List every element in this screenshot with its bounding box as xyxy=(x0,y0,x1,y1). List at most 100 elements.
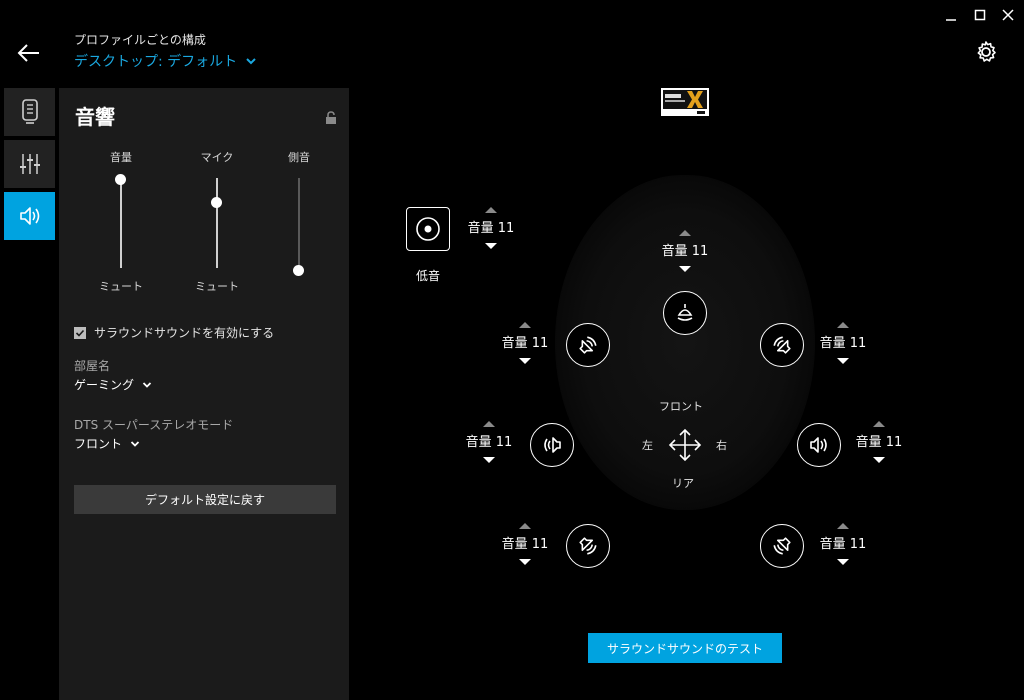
rear-label: リア xyxy=(672,477,694,490)
volume-value: 音量 11 xyxy=(855,435,903,450)
side-left-speaker-icon xyxy=(544,437,561,453)
volume-up-icon[interactable] xyxy=(485,207,497,213)
center-speaker-button[interactable] xyxy=(663,291,707,335)
mic-slider-min-label: ミュート xyxy=(195,280,239,293)
volume-down-icon[interactable] xyxy=(837,358,849,364)
surround-test-button[interactable]: サラウンドサウンドのテスト xyxy=(588,633,782,663)
move-arrows-icon[interactable] xyxy=(668,428,702,462)
surround-checkbox[interactable]: サラウンドサウンドを有効にする xyxy=(74,324,274,341)
front-left-volume: 音量 11 xyxy=(490,322,560,364)
dts-headphone-x-logo xyxy=(661,88,709,116)
dts-mode-value: フロント xyxy=(74,437,123,451)
maximize-button[interactable] xyxy=(972,8,988,22)
rear-right-speaker-icon xyxy=(773,537,791,555)
volume-down-icon[interactable] xyxy=(679,266,691,272)
center-speaker-icon xyxy=(677,304,693,321)
volume-value: 音量 11 xyxy=(661,244,709,259)
tab-equalizer[interactable] xyxy=(4,140,55,188)
headset-device-icon xyxy=(21,99,38,124)
volume-value: 音量 11 xyxy=(501,336,549,351)
close-button[interactable] xyxy=(1000,8,1016,22)
volume-slider-min-label: ミュート xyxy=(99,280,143,293)
chevron-down-icon xyxy=(142,381,152,388)
volume-down-icon[interactable] xyxy=(837,559,849,565)
back-arrow-icon xyxy=(17,44,39,62)
front-label: フロント xyxy=(659,400,703,413)
lock-button[interactable] xyxy=(325,110,337,124)
volume-value: 音量 11 xyxy=(819,336,867,351)
rear-left-volume: 音量 11 xyxy=(490,523,560,565)
rear-right-speaker-button[interactable] xyxy=(760,524,804,568)
acoustics-panel: 音響 音量 ミュート マイク ミュート 側音 サラウンドサウンドを有効にする 部… xyxy=(59,88,349,700)
mic-slider-knob[interactable] xyxy=(211,197,222,208)
volume-value: 音量 11 xyxy=(819,537,867,552)
front-right-speaker-icon xyxy=(773,336,791,354)
rear-left-speaker-button[interactable] xyxy=(566,524,610,568)
rear-left-speaker-icon xyxy=(579,537,597,555)
subwoofer-volume: 音量 11 xyxy=(456,207,526,249)
volume-up-icon[interactable] xyxy=(519,322,531,328)
volume-up-icon[interactable] xyxy=(679,230,691,236)
volume-value: 音量 11 xyxy=(467,221,515,236)
side-right-volume: 音量 11 xyxy=(844,421,914,463)
rear-right-volume: 音量 11 xyxy=(808,523,878,565)
unlock-icon xyxy=(326,111,336,124)
sidetone-slider-knob[interactable] xyxy=(293,265,304,276)
panel-title: 音響 xyxy=(75,105,115,129)
tab-acoustics[interactable] xyxy=(4,192,55,240)
front-right-volume: 音量 11 xyxy=(808,322,878,364)
settings-button[interactable] xyxy=(974,40,998,64)
room-value: ゲーミング xyxy=(74,378,135,392)
left-label: 左 xyxy=(642,439,653,452)
side-left-speaker-button[interactable] xyxy=(530,423,574,467)
chevron-down-icon xyxy=(246,58,256,65)
side-right-speaker-button[interactable] xyxy=(797,423,841,467)
mic-slider-track[interactable] xyxy=(216,178,218,268)
front-right-speaker-button[interactable] xyxy=(760,323,804,367)
volume-value: 音量 11 xyxy=(465,435,513,450)
volume-up-icon[interactable] xyxy=(837,322,849,328)
volume-slider-track[interactable] xyxy=(120,178,122,268)
center-volume: 音量 11 xyxy=(650,230,720,272)
dts-mode-label: DTS スーパーステレオモード xyxy=(74,418,234,432)
reset-defaults-button[interactable]: デフォルト設定に戻す xyxy=(74,485,336,514)
header-subtitle: プロファイルごとの構成 xyxy=(74,33,206,47)
speaker-icon xyxy=(19,207,39,225)
minimize-button[interactable] xyxy=(943,8,959,22)
volume-down-icon[interactable] xyxy=(873,457,885,463)
profile-selector[interactable]: デスクトップ: デフォルト xyxy=(74,51,257,71)
surround-checkbox-label: サラウンドサウンドを有効にする xyxy=(94,326,275,340)
right-label: 右 xyxy=(716,439,727,452)
checkbox-checked-icon xyxy=(74,326,86,339)
volume-down-icon[interactable] xyxy=(485,243,497,249)
front-left-speaker-button[interactable] xyxy=(566,323,610,367)
mic-slider-label: マイク xyxy=(200,151,234,164)
minimize-icon xyxy=(946,19,956,21)
maximize-icon xyxy=(974,9,986,21)
volume-down-icon[interactable] xyxy=(519,358,531,364)
subwoofer-icon xyxy=(416,217,440,241)
profile-name: デスクトップ: デフォルト xyxy=(74,54,238,70)
side-right-speaker-icon xyxy=(810,437,827,453)
volume-down-icon[interactable] xyxy=(483,457,495,463)
side-left-volume: 音量 11 xyxy=(454,421,524,463)
gear-icon xyxy=(977,41,996,62)
volume-up-icon[interactable] xyxy=(519,523,531,529)
tab-device[interactable] xyxy=(4,88,55,136)
back-button[interactable] xyxy=(16,40,42,66)
subwoofer-button[interactable] xyxy=(406,207,450,251)
sidetone-slider-label: 側音 xyxy=(288,151,310,164)
front-left-speaker-icon xyxy=(579,336,597,354)
volume-up-icon[interactable] xyxy=(873,421,885,427)
equalizer-icon xyxy=(19,154,40,174)
volume-value: 音量 11 xyxy=(501,537,549,552)
close-icon xyxy=(1002,9,1014,21)
dts-mode-dropdown[interactable]: フロント xyxy=(74,435,140,452)
sidetone-slider-track[interactable] xyxy=(298,178,300,268)
volume-up-icon[interactable] xyxy=(483,421,495,427)
room-dropdown[interactable]: ゲーミング xyxy=(74,376,152,393)
chevron-down-icon xyxy=(130,440,140,447)
volume-down-icon[interactable] xyxy=(519,559,531,565)
volume-slider-knob[interactable] xyxy=(115,174,126,185)
volume-up-icon[interactable] xyxy=(837,523,849,529)
